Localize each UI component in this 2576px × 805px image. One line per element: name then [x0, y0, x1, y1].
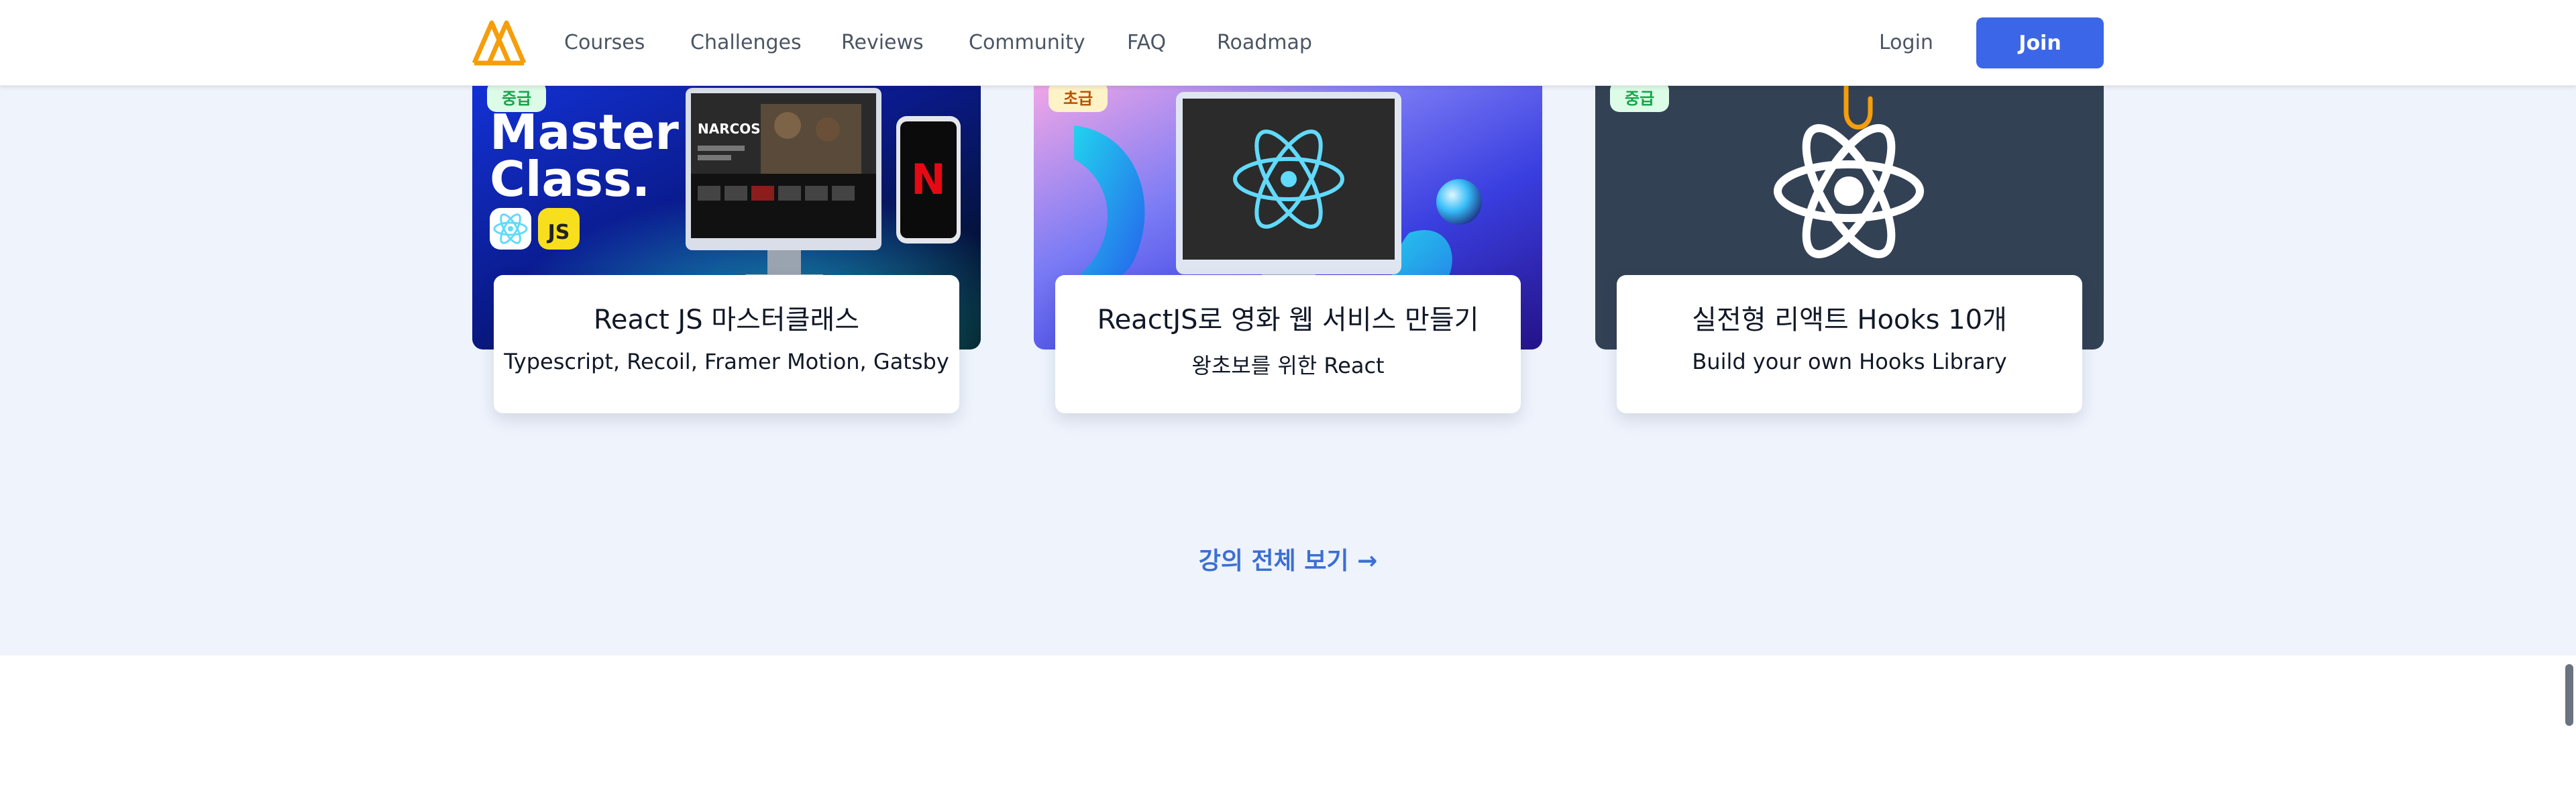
course-info-box[interactable]: 실전형 리액트 Hooks 10개 Build your own Hooks L… — [1617, 275, 2082, 413]
course-card-react-hooks[interactable]: 중급 실전형 리액트 Hooks 10개 Build your own Hook… — [1595, 81, 2104, 414]
nav-courses[interactable]: Courses — [564, 30, 645, 56]
thumbnail-show-title: NARCOS — [698, 121, 761, 137]
scrollbar-thumb[interactable] — [2565, 664, 2573, 726]
course-subtitle: 왕초보를 위한 React — [1191, 353, 1385, 378]
nav-roadmap[interactable]: Roadmap — [1217, 30, 1312, 56]
courses-section: Master Class. JS NARCOS N 중급 React JS 마스… — [0, 81, 2576, 655]
nav-reviews[interactable]: Reviews — [841, 30, 924, 56]
nav-challenges[interactable]: Challenges — [690, 30, 802, 56]
site-header: Courses Challenges Reviews Community FAQ… — [0, 0, 2576, 86]
course-subtitle: Build your own Hooks Library — [1692, 349, 2007, 374]
netflix-logo-icon: N — [911, 155, 946, 204]
login-link[interactable]: Login — [1879, 30, 1933, 56]
course-title: React JS 마스터클래스 — [593, 305, 860, 335]
nav-community[interactable]: Community — [969, 30, 1085, 56]
course-subtitle: Typescript, Recoil, Framer Motion, Gatsb… — [504, 349, 949, 374]
course-info-box[interactable]: ReactJS로 영화 웹 서비스 만들기 왕초보를 위한 React — [1055, 275, 1521, 413]
nav-faq[interactable]: FAQ — [1127, 30, 1166, 56]
course-title: 실전형 리액트 Hooks 10개 — [1692, 305, 2007, 335]
nomad-logo-icon[interactable] — [472, 19, 527, 66]
course-info-box[interactable]: React JS 마스터클래스 Typescript, Recoil, Fram… — [494, 275, 959, 413]
course-title: ReactJS로 영화 웹 서비스 만들기 — [1097, 305, 1479, 335]
join-button[interactable]: Join — [1976, 17, 2104, 68]
course-card-react-masterclass[interactable]: Master Class. JS NARCOS N 중급 React JS 마스… — [472, 81, 981, 414]
js-badge-icon: JS — [547, 221, 570, 244]
course-card-react-movie[interactable]: 초급 ReactJS로 영화 웹 서비스 만들기 왕초보를 위한 React — [1034, 81, 1542, 414]
view-all-courses-link[interactable]: 강의 전체 보기 → — [0, 541, 2576, 576]
thumbnail-headline-line2: Class. — [490, 151, 650, 207]
